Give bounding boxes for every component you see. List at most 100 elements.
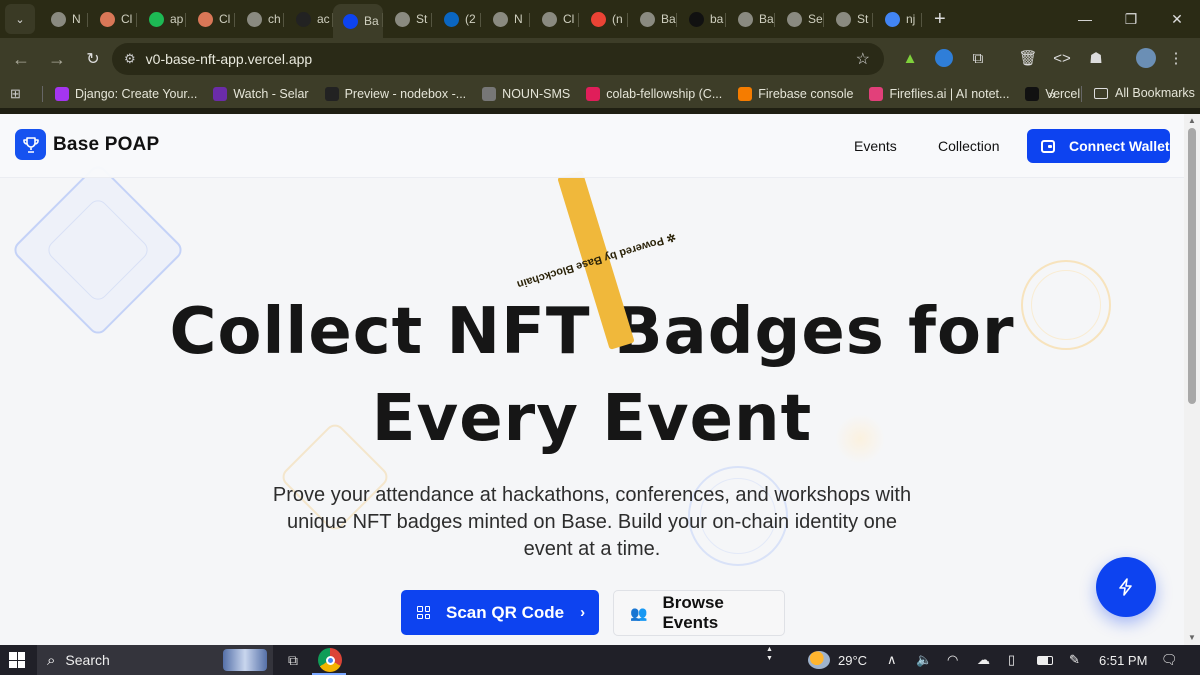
cloud-sync-icon[interactable]: ☁ xyxy=(977,645,990,675)
base-icon xyxy=(343,13,358,29)
scroll-up-arrow-icon[interactable]: ▲ xyxy=(1188,116,1196,125)
phone-link-icon[interactable]: ▯ xyxy=(1008,645,1015,675)
site-info-icon[interactable]: ⚙ xyxy=(124,51,136,67)
back-button[interactable]: ← xyxy=(4,42,38,76)
browser-tab[interactable]: ch xyxy=(235,4,284,34)
scan-qr-button[interactable]: Scan QR Code › xyxy=(401,590,599,635)
minimize-button[interactable]: — xyxy=(1062,0,1108,38)
code-icon[interactable]: <> xyxy=(1050,46,1074,70)
browser-tab[interactable]: Se xyxy=(775,4,824,34)
tab-label: ac xyxy=(317,12,330,26)
browse-events-button[interactable]: 👥 Browse Events xyxy=(613,590,785,636)
bookmark-label: Django: Create Your... xyxy=(75,87,198,101)
browser-tab[interactable]: N xyxy=(39,4,88,34)
github-icon xyxy=(296,11,311,27)
browser-tab[interactable]: St xyxy=(383,4,432,34)
browser-tab[interactable]: Ba xyxy=(726,4,775,34)
connect-wallet-button[interactable]: Connect Wallet xyxy=(1027,129,1170,163)
browser-tab[interactable]: St xyxy=(824,4,873,34)
page-scrollbar[interactable]: ▲ ▼ xyxy=(1184,114,1200,645)
bookmark-star-icon[interactable]: ☆ xyxy=(856,49,870,69)
taskbar-search[interactable]: ⌕ Search xyxy=(37,645,273,675)
nav-collection-link[interactable]: Collection xyxy=(938,138,999,154)
browser-tab[interactable]: Ba xyxy=(628,4,677,34)
browser-tab[interactable]: Cl xyxy=(88,4,137,34)
task-view-icon[interactable]: ⧉ xyxy=(283,650,303,670)
windows-taskbar: ⌕ Search ⧉ ▲ ▼ 29°C ∧ 🔈 ◠ ☁ ▯ ✎ 6:51 PM 🗨 xyxy=(0,645,1200,675)
forward-button[interactable]: → xyxy=(40,42,74,76)
scan-qr-label: Scan QR Code xyxy=(446,602,565,622)
users-icon: 👥 xyxy=(630,604,648,621)
scroll-down-arrow-icon[interactable]: ▼ xyxy=(1188,633,1196,642)
browser-tab[interactable]: nj xyxy=(873,4,922,34)
windows-start-icon[interactable] xyxy=(9,652,25,668)
udemy-icon xyxy=(55,87,69,101)
claude-icon xyxy=(100,11,115,27)
weather-icon xyxy=(808,651,830,669)
bookmarks-bar: ⊞ Django: Create Your... Watch - Selar Pre… xyxy=(0,80,1200,108)
tab-search-button[interactable]: ⌄ xyxy=(5,4,35,34)
trophy-icon[interactable] xyxy=(15,129,46,160)
bookmark-item[interactable]: Fireflies.ai | AI notet... xyxy=(869,87,1009,101)
lightning-fab-button[interactable] xyxy=(1096,557,1156,617)
new-tab-button[interactable]: + xyxy=(934,8,946,31)
bookmark-item[interactable]: Preview - nodebox -... xyxy=(324,87,466,101)
bookmark-item[interactable]: NOUN-SMS xyxy=(482,87,570,101)
browser-tab[interactable]: Ba✕ xyxy=(333,4,383,38)
nav-events-link[interactable]: Events xyxy=(854,138,897,154)
restore-button[interactable]: ❐ xyxy=(1108,0,1154,38)
profile-avatar[interactable] xyxy=(1134,46,1158,70)
linkedin-icon xyxy=(444,11,459,27)
bookmark-item[interactable]: Firebase console xyxy=(738,87,853,101)
browser-tab[interactable]: ac xyxy=(284,4,333,34)
tray-scroll-arrows[interactable]: ▲ ▼ xyxy=(766,645,773,675)
browser-tab[interactable]: ap xyxy=(137,4,186,34)
extension-chart-icon[interactable]: ▲ xyxy=(898,46,922,70)
nodebox-icon xyxy=(324,87,339,101)
incognito-icon[interactable]: ☗ xyxy=(1084,46,1108,70)
tab-label: Cl xyxy=(219,12,231,26)
browser-tab[interactable]: Cl xyxy=(186,4,235,34)
browser-tab[interactable]: (2 xyxy=(432,4,481,34)
hero-headline-line2: Every Event xyxy=(371,382,813,456)
bookmark-item[interactable]: colab-fellowship (C... xyxy=(586,87,722,101)
extensions-puzzle-icon[interactable]: ⧉ xyxy=(966,46,990,70)
browser-tab[interactable]: Cl xyxy=(530,4,579,34)
all-bookmarks-button[interactable]: All Bookmarks xyxy=(1094,86,1195,100)
bookmark-label: colab-fellowship (C... xyxy=(606,87,723,101)
tab-label: St xyxy=(416,12,428,26)
lightning-icon xyxy=(1119,578,1132,596)
browser-tab[interactable]: ba xyxy=(677,4,726,34)
wifi-icon[interactable]: ◠ xyxy=(947,645,958,675)
apps-grid-icon[interactable]: ⊞ xyxy=(10,86,28,102)
firebase-icon xyxy=(738,87,753,101)
tab-label: (n xyxy=(612,12,623,26)
slack-icon xyxy=(586,87,601,101)
extension-cloud-icon[interactable] xyxy=(932,46,956,70)
chrome-taskbar-icon[interactable] xyxy=(318,648,342,672)
brand-name[interactable]: Base POAP xyxy=(53,134,159,156)
trash-icon[interactable]: 🗑 xyxy=(1016,46,1040,70)
notifications-icon[interactable]: 🗨 xyxy=(1161,645,1178,675)
reload-button[interactable]: ↻ xyxy=(76,42,110,76)
battery-icon[interactable] xyxy=(1037,645,1053,675)
close-window-button[interactable]: ✕ xyxy=(1154,0,1200,38)
weather-widget[interactable]: 29°C xyxy=(808,645,867,675)
address-bar[interactable]: ⚙ v0-base-nft-app.vercel.app ☆ xyxy=(112,43,884,75)
tray-overflow-icon[interactable]: ∧ xyxy=(887,645,897,675)
tab-label: ap xyxy=(170,12,184,26)
gear-icon xyxy=(787,11,802,27)
scrollbar-thumb[interactable] xyxy=(1188,128,1196,404)
bookmarks-overflow-button[interactable]: » xyxy=(1048,86,1056,102)
bookmark-item[interactable]: Watch - Selar xyxy=(213,87,309,101)
openai-icon xyxy=(493,11,508,27)
bookmark-item[interactable]: Django: Create Your... xyxy=(55,87,197,101)
search-icon: ⌕ xyxy=(47,651,56,669)
clock[interactable]: 6:51 PM xyxy=(1099,645,1147,675)
browser-tab[interactable]: N xyxy=(481,4,530,34)
browser-tab[interactable]: (n xyxy=(579,4,628,34)
browser-tab-bar: ⌄ NClapClchacBa✕St(2NCl(nBabaBaSeStnj + … xyxy=(0,0,1200,38)
volume-icon[interactable]: 🔈 xyxy=(916,645,932,675)
pen-icon[interactable]: ✎ xyxy=(1069,645,1080,675)
browser-menu-icon[interactable]: ⋮ xyxy=(1164,46,1188,70)
